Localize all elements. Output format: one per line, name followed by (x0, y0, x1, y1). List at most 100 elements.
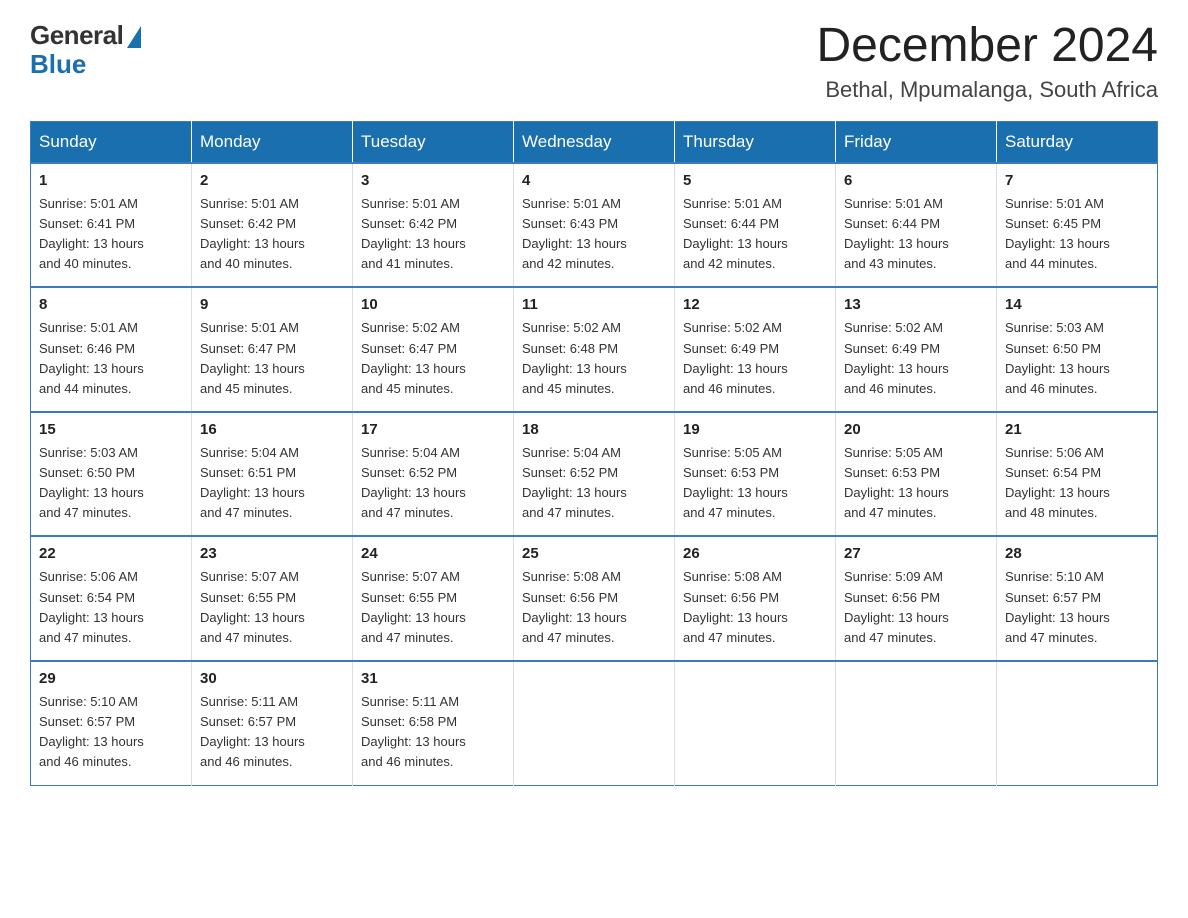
weekday-header-tuesday: Tuesday (353, 121, 514, 163)
calendar-cell (675, 661, 836, 785)
day-info: Sunrise: 5:01 AMSunset: 6:45 PMDaylight:… (1005, 196, 1110, 271)
calendar-cell: 8 Sunrise: 5:01 AMSunset: 6:46 PMDayligh… (31, 287, 192, 412)
day-number: 11 (522, 296, 666, 313)
weekday-header-row: SundayMondayTuesdayWednesdayThursdayFrid… (31, 121, 1158, 163)
day-number: 14 (1005, 296, 1149, 313)
day-info: Sunrise: 5:01 AMSunset: 6:44 PMDaylight:… (844, 196, 949, 271)
calendar-week-row: 8 Sunrise: 5:01 AMSunset: 6:46 PMDayligh… (31, 287, 1158, 412)
day-number: 3 (361, 172, 505, 189)
day-number: 22 (39, 545, 183, 562)
location-title: Bethal, Mpumalanga, South Africa (816, 77, 1158, 103)
calendar-cell: 18 Sunrise: 5:04 AMSunset: 6:52 PMDaylig… (514, 412, 675, 537)
day-number: 15 (39, 421, 183, 438)
day-info: Sunrise: 5:08 AMSunset: 6:56 PMDaylight:… (683, 569, 788, 644)
calendar-cell: 29 Sunrise: 5:10 AMSunset: 6:57 PMDaylig… (31, 661, 192, 785)
day-info: Sunrise: 5:01 AMSunset: 6:44 PMDaylight:… (683, 196, 788, 271)
day-info: Sunrise: 5:04 AMSunset: 6:52 PMDaylight:… (361, 445, 466, 520)
calendar-cell: 7 Sunrise: 5:01 AMSunset: 6:45 PMDayligh… (997, 163, 1158, 288)
weekday-header-sunday: Sunday (31, 121, 192, 163)
day-number: 27 (844, 545, 988, 562)
calendar-week-row: 1 Sunrise: 5:01 AMSunset: 6:41 PMDayligh… (31, 163, 1158, 288)
calendar-cell (836, 661, 997, 785)
day-info: Sunrise: 5:01 AMSunset: 6:43 PMDaylight:… (522, 196, 627, 271)
calendar-cell: 11 Sunrise: 5:02 AMSunset: 6:48 PMDaylig… (514, 287, 675, 412)
day-number: 30 (200, 670, 344, 687)
day-info: Sunrise: 5:01 AMSunset: 6:46 PMDaylight:… (39, 320, 144, 395)
calendar-cell: 4 Sunrise: 5:01 AMSunset: 6:43 PMDayligh… (514, 163, 675, 288)
day-number: 23 (200, 545, 344, 562)
logo-blue-text: Blue (30, 49, 86, 80)
calendar-cell: 22 Sunrise: 5:06 AMSunset: 6:54 PMDaylig… (31, 536, 192, 661)
day-info: Sunrise: 5:03 AMSunset: 6:50 PMDaylight:… (39, 445, 144, 520)
day-info: Sunrise: 5:06 AMSunset: 6:54 PMDaylight:… (1005, 445, 1110, 520)
calendar-cell (514, 661, 675, 785)
weekday-header-monday: Monday (192, 121, 353, 163)
calendar-cell: 27 Sunrise: 5:09 AMSunset: 6:56 PMDaylig… (836, 536, 997, 661)
day-number: 19 (683, 421, 827, 438)
calendar-cell: 23 Sunrise: 5:07 AMSunset: 6:55 PMDaylig… (192, 536, 353, 661)
day-number: 26 (683, 545, 827, 562)
day-info: Sunrise: 5:07 AMSunset: 6:55 PMDaylight:… (200, 569, 305, 644)
day-number: 5 (683, 172, 827, 189)
day-info: Sunrise: 5:02 AMSunset: 6:49 PMDaylight:… (844, 320, 949, 395)
day-info: Sunrise: 5:06 AMSunset: 6:54 PMDaylight:… (39, 569, 144, 644)
calendar-week-row: 15 Sunrise: 5:03 AMSunset: 6:50 PMDaylig… (31, 412, 1158, 537)
calendar-cell: 30 Sunrise: 5:11 AMSunset: 6:57 PMDaylig… (192, 661, 353, 785)
calendar-cell: 21 Sunrise: 5:06 AMSunset: 6:54 PMDaylig… (997, 412, 1158, 537)
day-number: 7 (1005, 172, 1149, 189)
day-number: 28 (1005, 545, 1149, 562)
calendar-cell: 15 Sunrise: 5:03 AMSunset: 6:50 PMDaylig… (31, 412, 192, 537)
day-number: 9 (200, 296, 344, 313)
calendar-cell: 1 Sunrise: 5:01 AMSunset: 6:41 PMDayligh… (31, 163, 192, 288)
calendar-cell (997, 661, 1158, 785)
day-info: Sunrise: 5:01 AMSunset: 6:47 PMDaylight:… (200, 320, 305, 395)
day-info: Sunrise: 5:01 AMSunset: 6:42 PMDaylight:… (361, 196, 466, 271)
day-info: Sunrise: 5:02 AMSunset: 6:48 PMDaylight:… (522, 320, 627, 395)
calendar-cell: 10 Sunrise: 5:02 AMSunset: 6:47 PMDaylig… (353, 287, 514, 412)
day-number: 25 (522, 545, 666, 562)
calendar-cell: 3 Sunrise: 5:01 AMSunset: 6:42 PMDayligh… (353, 163, 514, 288)
weekday-header-friday: Friday (836, 121, 997, 163)
calendar-cell: 19 Sunrise: 5:05 AMSunset: 6:53 PMDaylig… (675, 412, 836, 537)
day-info: Sunrise: 5:04 AMSunset: 6:52 PMDaylight:… (522, 445, 627, 520)
day-info: Sunrise: 5:05 AMSunset: 6:53 PMDaylight:… (844, 445, 949, 520)
day-info: Sunrise: 5:10 AMSunset: 6:57 PMDaylight:… (39, 694, 144, 769)
day-number: 16 (200, 421, 344, 438)
day-info: Sunrise: 5:01 AMSunset: 6:42 PMDaylight:… (200, 196, 305, 271)
calendar-cell: 6 Sunrise: 5:01 AMSunset: 6:44 PMDayligh… (836, 163, 997, 288)
calendar-cell: 14 Sunrise: 5:03 AMSunset: 6:50 PMDaylig… (997, 287, 1158, 412)
day-number: 21 (1005, 421, 1149, 438)
calendar-cell: 2 Sunrise: 5:01 AMSunset: 6:42 PMDayligh… (192, 163, 353, 288)
logo: General Blue (30, 20, 141, 80)
logo-general-text: General (30, 20, 123, 51)
weekday-header-thursday: Thursday (675, 121, 836, 163)
calendar-body: 1 Sunrise: 5:01 AMSunset: 6:41 PMDayligh… (31, 163, 1158, 785)
calendar-cell: 26 Sunrise: 5:08 AMSunset: 6:56 PMDaylig… (675, 536, 836, 661)
calendar-cell: 20 Sunrise: 5:05 AMSunset: 6:53 PMDaylig… (836, 412, 997, 537)
calendar-cell: 17 Sunrise: 5:04 AMSunset: 6:52 PMDaylig… (353, 412, 514, 537)
day-number: 24 (361, 545, 505, 562)
day-info: Sunrise: 5:10 AMSunset: 6:57 PMDaylight:… (1005, 569, 1110, 644)
title-section: December 2024 Bethal, Mpumalanga, South … (816, 20, 1158, 103)
day-number: 17 (361, 421, 505, 438)
day-info: Sunrise: 5:04 AMSunset: 6:51 PMDaylight:… (200, 445, 305, 520)
day-number: 18 (522, 421, 666, 438)
day-info: Sunrise: 5:09 AMSunset: 6:56 PMDaylight:… (844, 569, 949, 644)
weekday-header-wednesday: Wednesday (514, 121, 675, 163)
day-number: 6 (844, 172, 988, 189)
day-info: Sunrise: 5:11 AMSunset: 6:58 PMDaylight:… (361, 694, 466, 769)
day-number: 29 (39, 670, 183, 687)
day-number: 4 (522, 172, 666, 189)
day-info: Sunrise: 5:03 AMSunset: 6:50 PMDaylight:… (1005, 320, 1110, 395)
calendar-week-row: 29 Sunrise: 5:10 AMSunset: 6:57 PMDaylig… (31, 661, 1158, 785)
calendar-cell: 5 Sunrise: 5:01 AMSunset: 6:44 PMDayligh… (675, 163, 836, 288)
calendar-cell: 12 Sunrise: 5:02 AMSunset: 6:49 PMDaylig… (675, 287, 836, 412)
calendar-week-row: 22 Sunrise: 5:06 AMSunset: 6:54 PMDaylig… (31, 536, 1158, 661)
day-info: Sunrise: 5:11 AMSunset: 6:57 PMDaylight:… (200, 694, 305, 769)
calendar-cell: 16 Sunrise: 5:04 AMSunset: 6:51 PMDaylig… (192, 412, 353, 537)
day-info: Sunrise: 5:05 AMSunset: 6:53 PMDaylight:… (683, 445, 788, 520)
day-number: 13 (844, 296, 988, 313)
day-info: Sunrise: 5:02 AMSunset: 6:49 PMDaylight:… (683, 320, 788, 395)
day-info: Sunrise: 5:02 AMSunset: 6:47 PMDaylight:… (361, 320, 466, 395)
calendar-cell: 13 Sunrise: 5:02 AMSunset: 6:49 PMDaylig… (836, 287, 997, 412)
